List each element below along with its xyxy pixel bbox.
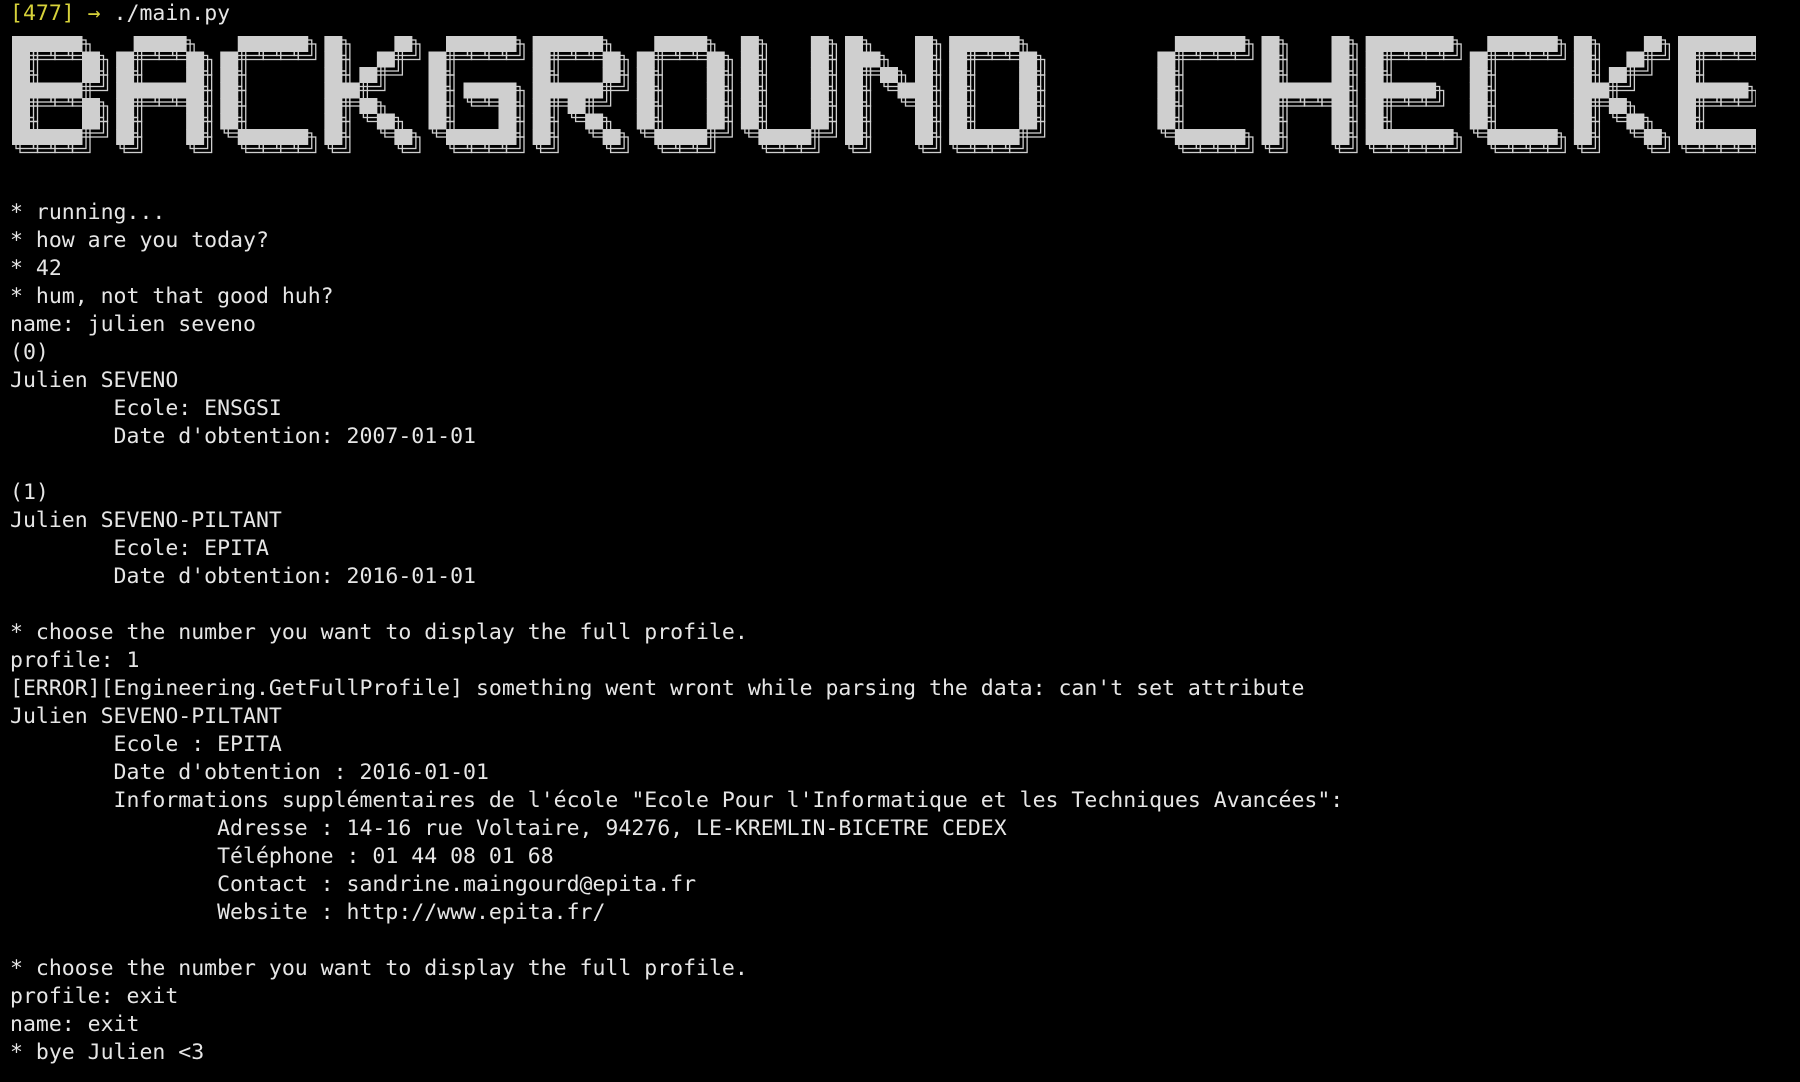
banner-letter [324, 36, 421, 154]
output-line: name: exit [10, 1012, 140, 1037]
output-line: Ecole: EPITA [10, 536, 269, 561]
banner-letter [428, 36, 525, 154]
output-line: Website : http://www.epita.fr/ [10, 900, 606, 925]
banner-letter [949, 36, 1046, 154]
output-line: Date d'obtention: 2016-01-01 [10, 564, 476, 589]
output-line: Ecole: ENSGSI [10, 396, 282, 421]
terminal-window[interactable]: [477] → ./main.py * running... * how are … [0, 0, 1800, 1082]
output-line: Contact : sandrine.maingourd@epita.fr [10, 872, 697, 897]
prompt-line: [477] → ./main.py [10, 0, 230, 28]
output-line: Julien SEVENO-PILTANT [10, 704, 282, 729]
output-line: Date d'obtention: 2007-01-01 [10, 424, 476, 449]
output-line: Date d'obtention : 2016-01-01 [10, 760, 489, 785]
prompt-arrow-icon: → [87, 1, 101, 26]
output-line: (0) [10, 340, 49, 365]
output-line: * how are you today? [10, 228, 269, 253]
banner-letter [1261, 36, 1358, 154]
prompt-command: ./main.py [113, 1, 231, 26]
output-line: * 42 [10, 256, 62, 281]
output-line: Téléphone : 01 44 08 01 68 [10, 844, 554, 869]
banner-letter [845, 36, 942, 154]
output-line: Julien SEVENO [10, 368, 179, 393]
ascii-banner-art [12, 36, 1756, 154]
output-line: * running... [10, 200, 166, 225]
banner-letter [532, 36, 629, 154]
prompt-number: [477] [10, 1, 75, 26]
output-line: Adresse : 14-16 rue Voltaire, 94276, LE-… [10, 816, 1007, 841]
ascii-banner [6, 30, 1756, 190]
output-line: * choose the number you want to display … [10, 956, 748, 981]
output-line: profile: exit [10, 984, 179, 1009]
output-line: profile: 1 [10, 648, 140, 673]
banner-letter [636, 36, 733, 154]
banner-letter [12, 36, 109, 154]
banner-letter [1678, 36, 1756, 154]
banner-letter [1157, 36, 1254, 154]
banner-letter [1469, 36, 1566, 154]
output-line: Ecole : EPITA [10, 732, 282, 757]
banner-letter [1573, 36, 1671, 154]
banner-letter [740, 36, 838, 154]
banner-letter [220, 36, 317, 154]
output-line: (1) [10, 480, 49, 505]
output-line: name: julien seveno [10, 312, 256, 337]
output-line: * bye Julien <3 [10, 1040, 205, 1065]
banner-letter [116, 36, 213, 154]
banner-letter [1365, 36, 1462, 154]
output-line: Informations supplémentaires de l'école … [10, 788, 1344, 813]
output-line: Julien SEVENO-PILTANT [10, 508, 282, 533]
output-line: * choose the number you want to display … [10, 620, 748, 645]
output-line: * hum, not that good huh? [10, 284, 334, 309]
output-line: [ERROR][Engineering.GetFullProfile] some… [10, 676, 1305, 701]
